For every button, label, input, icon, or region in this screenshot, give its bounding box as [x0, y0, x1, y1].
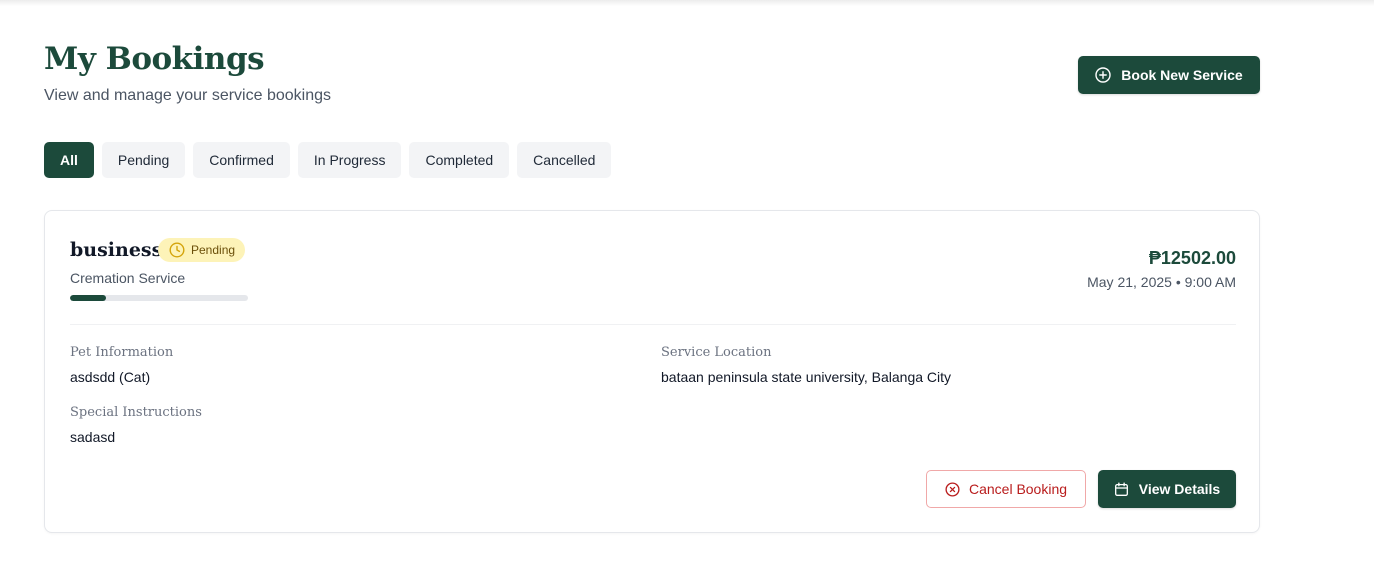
- book-new-service-button[interactable]: Book New Service: [1078, 56, 1260, 94]
- booking-progress-bar: [70, 295, 248, 301]
- card-divider: [70, 324, 1236, 325]
- book-new-service-label: Book New Service: [1121, 67, 1243, 83]
- booking-datetime: May 21, 2025 • 9:00 AM: [1087, 274, 1236, 290]
- pet-info-value: asdsdd (Cat): [70, 369, 151, 385]
- view-details-button[interactable]: View Details: [1098, 470, 1236, 508]
- status-badge-label: Pending: [191, 243, 236, 257]
- service-location-value: bataan peninsula state university, Balan…: [661, 369, 952, 385]
- cancel-booking-label: Cancel Booking: [968, 481, 1068, 497]
- booking-service-name: business: [70, 239, 163, 261]
- calendar-icon: [1114, 481, 1129, 497]
- clock-icon: [169, 242, 185, 258]
- filter-tab-cancelled[interactable]: Cancelled: [517, 142, 612, 178]
- x-circle-icon: [945, 481, 960, 497]
- special-instructions-label: Special Instructions: [70, 405, 202, 420]
- pet-info-label: Pet Information: [70, 345, 174, 360]
- booking-service-type: Cremation Service: [70, 270, 186, 286]
- page-subtitle: View and manage your service bookings: [44, 87, 331, 104]
- status-filter-tabs: All Pending Confirmed In Progress Comple…: [44, 142, 612, 178]
- booking-card-content: business Pending Cremation Service ₱1250…: [70, 211, 1236, 532]
- booking-card: business Pending Cremation Service ₱1250…: [44, 210, 1260, 533]
- filter-tab-in-progress[interactable]: In Progress: [297, 142, 402, 178]
- status-badge: Pending: [158, 238, 246, 262]
- filter-tab-pending[interactable]: Pending: [101, 142, 186, 178]
- booking-price: ₱12502.00: [1148, 248, 1236, 268]
- page-title: My Bookings: [44, 41, 265, 77]
- filter-tab-completed[interactable]: Completed: [409, 142, 510, 178]
- bookings-page: My Bookings View and manage your service…: [44, 0, 1260, 584]
- special-instructions-value: sadasd: [70, 429, 116, 445]
- filter-tab-confirmed[interactable]: Confirmed: [193, 142, 290, 178]
- cancel-booking-button[interactable]: Cancel Booking: [926, 470, 1086, 508]
- service-location-label: Service Location: [661, 345, 772, 360]
- booking-progress-fill: [70, 295, 106, 301]
- filter-tab-all[interactable]: All: [44, 142, 94, 178]
- view-details-label: View Details: [1138, 481, 1221, 497]
- plus-circle-icon: [1095, 67, 1111, 83]
